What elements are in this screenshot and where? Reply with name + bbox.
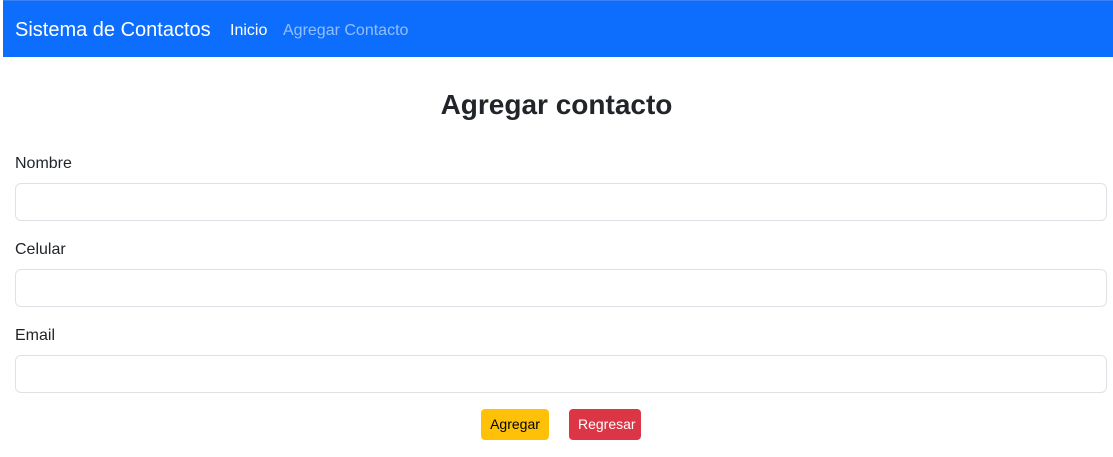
regresar-button[interactable]: Regresar: [569, 409, 641, 440]
top-navbar: Sistema de Contactos Inicio Agregar Cont…: [3, 0, 1113, 57]
nav-link-agregar-contacto[interactable]: Agregar Contacto: [283, 21, 408, 41]
agregar-button[interactable]: Agregar: [481, 409, 549, 440]
page-title: Agregar contacto: [440, 89, 673, 120]
navbar-brand[interactable]: Sistema de Contactos: [15, 18, 211, 42]
email-input[interactable]: [15, 355, 1107, 393]
celular-input[interactable]: [15, 269, 1107, 307]
nombre-label: Nombre: [15, 155, 72, 172]
nav-link-inicio[interactable]: Inicio: [230, 21, 267, 41]
page: Sistema de Contactos Inicio Agregar Cont…: [0, 0, 1113, 457]
nombre-input[interactable]: [15, 183, 1107, 221]
email-label: Email: [15, 327, 56, 344]
celular-label: Celular: [15, 241, 66, 258]
